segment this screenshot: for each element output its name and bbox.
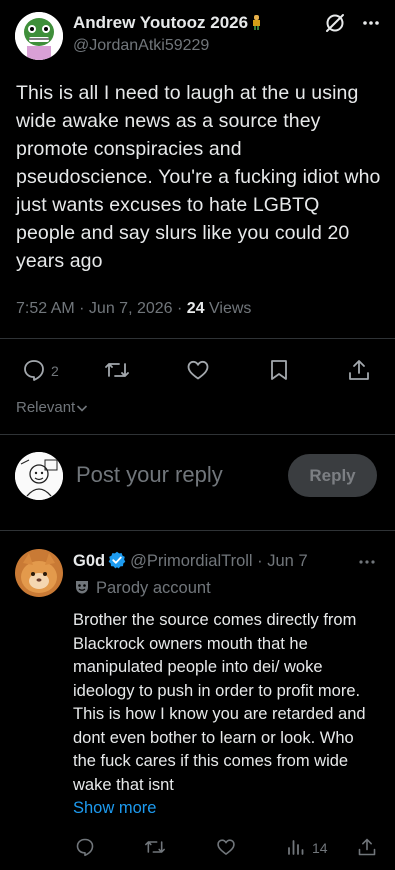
views-icon[interactable] [287,838,305,856]
reply-author-line: G0d @PrimordialTroll · Jun 7 [73,551,308,574]
views-count: 24 [186,300,205,317]
tweet-text: This is all I need to laugh at the u usi… [16,82,381,272]
reply-author-handle[interactable]: @PrimordialTroll [130,552,253,570]
author-handle[interactable]: @JordanAtki59229 [73,37,209,55]
reply-retweet-button[interactable] [144,837,166,857]
reply-input[interactable]: Post your reply [76,462,223,488]
author-name[interactable]: Andrew Youtooz 2026 [73,13,262,33]
sort-label: Relevant [16,399,76,416]
reply-submit-button[interactable]: Reply [288,454,377,497]
parody-label-row: Parody account [74,579,211,600]
reply-count: 2 [51,363,59,379]
reply-share-button[interactable] [357,837,377,857]
reply-author-name[interactable]: G0d [73,552,105,570]
grok-icon[interactable] [324,12,346,34]
reply-like-button[interactable] [216,837,236,857]
parody-mask-icon [74,579,90,600]
emoji-icon [251,14,262,30]
reply-views-count: 14 [312,840,328,856]
tweet-meta: 7:52 AM · Jun 7, 2026 · 24 Views [16,300,251,318]
views-label: Views [204,300,252,317]
more-icon[interactable] [361,13,381,33]
reply-author-avatar[interactable] [15,549,63,597]
bookmark-button[interactable] [268,358,290,382]
share-button[interactable] [347,358,371,382]
reply-text: Brother the source comes directly from B… [73,611,366,794]
retweet-button[interactable] [104,358,130,382]
tweet-timestamp[interactable]: 7:52 AM · Jun 7, 2026 · [16,300,187,317]
verified-icon [108,551,126,574]
like-button[interactable] [186,358,210,382]
reply-button[interactable] [22,358,46,382]
author-avatar[interactable] [15,12,63,60]
sort-dropdown[interactable]: Relevant [16,399,88,417]
show-more-link[interactable]: Show more [73,799,156,818]
chevron-down-icon [76,400,88,417]
parody-label: Parody account [96,579,211,597]
user-avatar[interactable] [15,452,63,500]
reply-reply-button[interactable] [75,837,95,857]
reply-timestamp[interactable]: · Jun 7 [253,552,307,570]
reply-more-icon[interactable] [357,552,377,572]
